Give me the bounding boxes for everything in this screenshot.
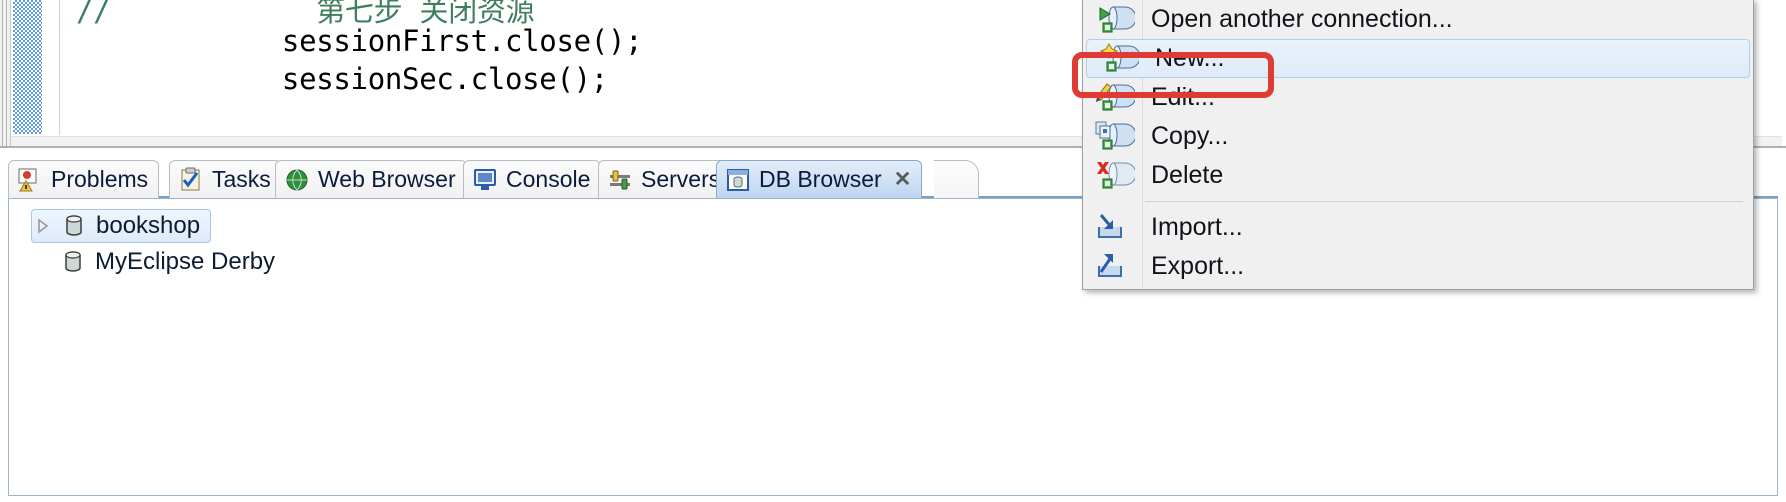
tasks-icon (178, 167, 204, 193)
export-icon (1095, 250, 1135, 284)
servers-icon (607, 167, 633, 193)
menu-item-label: New... (1155, 44, 1225, 72)
menu-item-label: Export... (1151, 252, 1245, 280)
menu-item-edit[interactable]: Edit... (1083, 78, 1753, 117)
menu-item-label: Import... (1151, 213, 1243, 241)
code-line: sessionSec.close(); (76, 62, 608, 96)
import-icon (1095, 211, 1135, 245)
collapsed-arrow-icon[interactable] (32, 215, 54, 237)
context-menu[interactable]: Open another connection... New... Edit..… (1082, 0, 1754, 290)
tab-label: DB Browser (759, 166, 882, 192)
menu-item-copy[interactable]: Copy... (1083, 117, 1753, 156)
tab-label: Tasks (212, 166, 271, 192)
change-marker-icon (13, 0, 42, 134)
delete-connection-icon (1095, 159, 1137, 193)
editor-left-rail (0, 0, 11, 148)
database-icon (62, 213, 86, 239)
close-icon[interactable]: ✕ (894, 167, 912, 192)
open-connection-icon (1095, 3, 1137, 37)
menu-separator (1145, 201, 1743, 202)
tree-item-label: MyEclipse Derby (95, 248, 276, 275)
database-icon (61, 249, 85, 275)
new-connection-icon (1099, 42, 1141, 76)
tree-item-label: bookshop (96, 212, 201, 239)
tab-problems[interactable]: Problems (8, 160, 160, 198)
menu-item-import[interactable]: Import... (1083, 208, 1753, 247)
tab-strip-end-curve (934, 160, 979, 199)
edit-connection-icon (1095, 81, 1137, 115)
menu-item-delete[interactable]: Delete (1083, 156, 1753, 195)
menu-item-label: Open another connection... (1151, 5, 1453, 33)
menu-item-new[interactable]: New... (1086, 39, 1750, 78)
menu-item-label: Delete (1151, 161, 1224, 189)
problems-icon (17, 167, 43, 193)
copy-connection-icon (1095, 120, 1137, 154)
console-icon (472, 167, 498, 193)
menu-item-open-another-connection[interactable]: Open another connection... (1083, 0, 1753, 39)
tab-label: Problems (51, 166, 149, 192)
tab-label: Web Browser (318, 166, 456, 192)
tab-tasks[interactable]: Tasks (169, 160, 282, 198)
code-line: sessionFirst.close(); (76, 24, 643, 58)
tab-web-browser[interactable]: Web Browser (275, 160, 467, 198)
tree-item-myeclipse-derby[interactable]: MyEclipse Derby (31, 245, 275, 279)
db-browser-icon (725, 167, 751, 193)
tree-item-bookshop[interactable]: bookshop (31, 209, 212, 243)
web-browser-icon (284, 167, 310, 193)
menu-item-export[interactable]: Export... (1083, 247, 1753, 286)
menu-item-label: Edit... (1151, 83, 1215, 111)
tab-db-browser[interactable]: DB Browser ✕ (716, 160, 923, 198)
menu-item-label: Copy... (1151, 122, 1229, 150)
tab-console[interactable]: Console (463, 160, 602, 198)
tab-servers[interactable]: Servers (598, 160, 732, 198)
tab-label: Servers (641, 166, 721, 192)
tree-arrow-placeholder (31, 251, 53, 273)
tab-label: Console (506, 166, 591, 192)
